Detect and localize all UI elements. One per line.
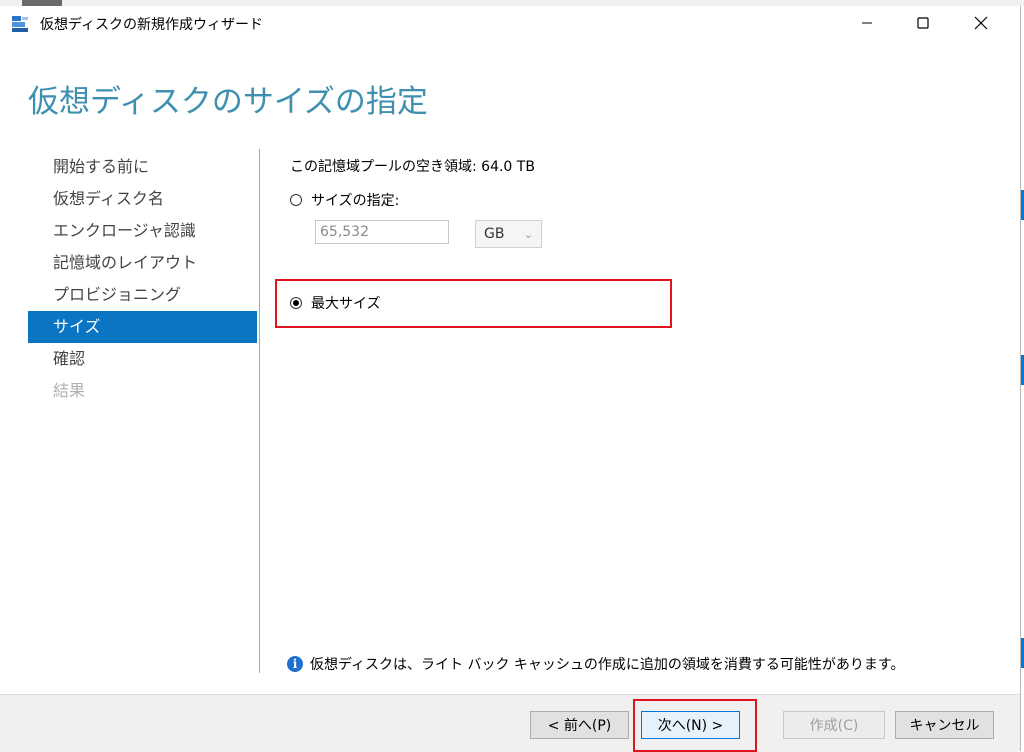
page-title: 仮想ディスクのサイズの指定 [28,84,428,120]
nav-step-size[interactable]: サイズ [28,311,257,343]
virtual-disk-wizard-icon [10,14,30,34]
nav-step-results: 結果 [53,381,86,400]
info-text: 仮想ディスクは、ライト バック キャッシュの作成に追加の領域を消費する可能性があ… [310,657,905,673]
close-icon[interactable] [958,6,1004,40]
chevron-down-icon: ⌄ [523,227,533,241]
vertical-divider [259,149,260,673]
size-unit-value: GB [484,226,505,242]
specify-size-label: サイズの指定: [311,193,400,209]
specify-size-radio[interactable] [290,194,302,206]
size-unit-select[interactable]: GB ⌄ [475,220,542,248]
size-value-input[interactable]: 65,532 [315,220,449,244]
info-icon: i [287,656,303,672]
next-button-highlight-box [633,699,757,752]
button-bar: < 前へ(P) 次へ(N) > 作成(C) キャンセル [0,694,1020,752]
maximize-icon[interactable] [900,6,946,40]
nav-step-enclosure-awareness[interactable]: エンクロージャ認識 [28,215,257,247]
cancel-button[interactable]: キャンセル [895,711,994,739]
nav-step-storage-layout[interactable]: 記憶域のレイアウト [28,247,257,279]
info-message: i 仮想ディスクは、ライト バック キャッシュの作成に追加の領域を消費する可能性… [287,654,905,674]
nav-step-confirmation[interactable]: 確認 [28,343,257,375]
previous-button[interactable]: < 前へ(P) [530,711,629,739]
pool-free-space-text: この記憶域プールの空き領域: 64.0 TB [290,159,535,175]
window-title: 仮想ディスクの新規作成ウィザード [40,17,264,33]
wizard-step-nav: 開始する前に 仮想ディスク名 エンクロージャ認識 記憶域のレイアウト プロビジョ… [28,151,257,407]
title-bar: 仮想ディスクの新規作成ウィザード [0,6,1020,40]
wizard-window: 仮想ディスクの新規作成ウィザード 仮想ディスクのサイズの指定 開始する前に 仮想… [0,6,1021,752]
nav-step-before-you-begin[interactable]: 開始する前に [28,151,257,183]
create-button: 作成(C) [783,711,885,739]
specify-size-option[interactable]: サイズの指定: [290,190,399,210]
nav-step-virtual-disk-name[interactable]: 仮想ディスク名 [28,183,257,215]
nav-step-provisioning[interactable]: プロビジョニング [28,279,257,311]
max-size-highlight-box [275,279,672,328]
minimize-icon[interactable] [844,6,890,40]
